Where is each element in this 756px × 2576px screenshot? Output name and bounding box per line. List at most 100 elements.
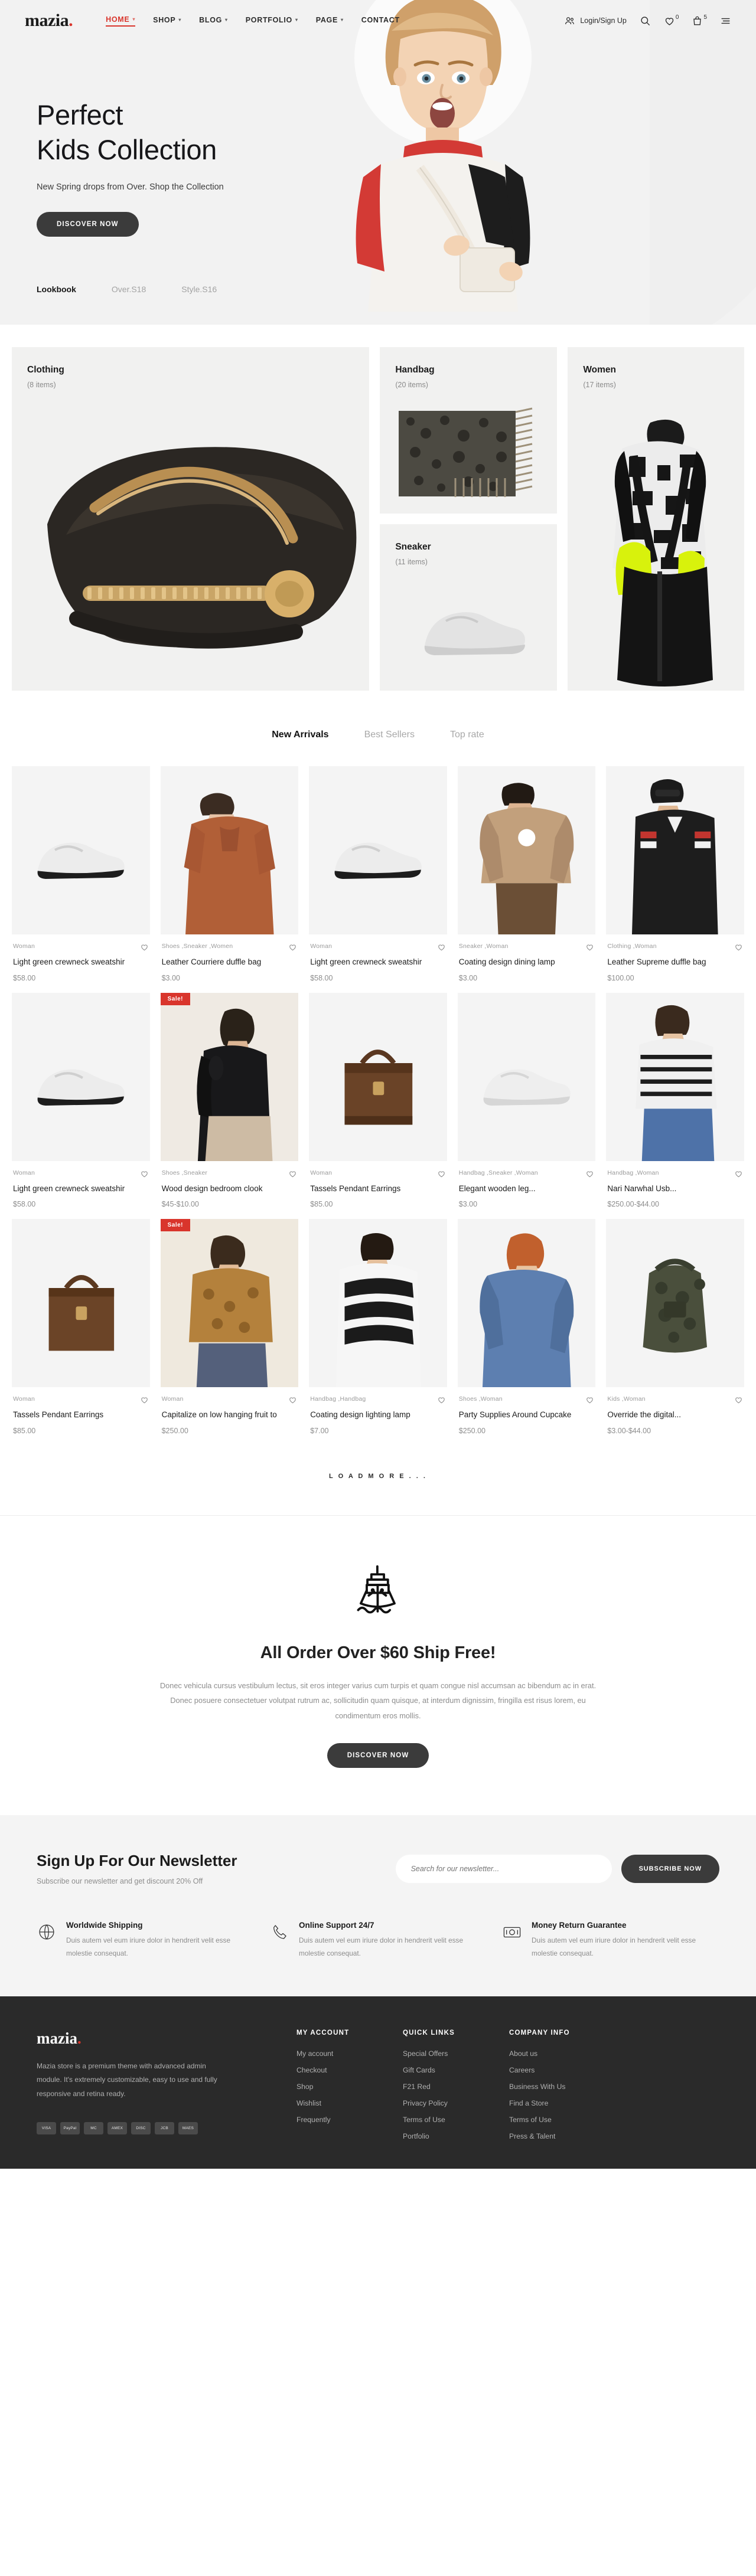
product-title[interactable]: Light green crewneck sweatshir	[13, 1184, 149, 1194]
nav-item-blog[interactable]: BLOG ▾	[199, 16, 228, 26]
wishlist-button[interactable]: 0	[664, 14, 679, 27]
hero-tab-over-s18[interactable]: Over.S18	[112, 285, 146, 294]
product-title[interactable]: Capitalize on low hanging fruit to	[162, 1410, 298, 1420]
product-thumbnail[interactable]	[606, 1219, 744, 1388]
product-thumbnail[interactable]	[309, 992, 447, 1161]
product-thumbnail[interactable]	[457, 766, 596, 934]
product-title[interactable]: Elegant wooden leg...	[459, 1184, 595, 1194]
footer-link[interactable]: Business With Us	[509, 2083, 615, 2091]
footer-link[interactable]: Find a Store	[509, 2099, 615, 2107]
subscribe-button[interactable]: SUBSCRIBE NOW	[621, 1854, 719, 1883]
product-card[interactable]: Woman Light green crewneck sweatshir $58.0…	[12, 992, 150, 1208]
product-thumbnail[interactable]	[309, 1219, 447, 1388]
footer-link[interactable]: Press & Talent	[509, 2132, 615, 2140]
nav-item-contact[interactable]: CONTACT	[361, 16, 400, 26]
nav-item-portfolio[interactable]: PORTFOLIO ▾	[246, 16, 298, 26]
load-more-button[interactable]: L O A D M O R E . . .	[12, 1435, 744, 1515]
newsletter-email-input[interactable]	[395, 1854, 612, 1883]
category-card-clothing[interactable]: Clothing (8 items)	[12, 347, 370, 691]
footer-link[interactable]: Wishlist	[296, 2099, 403, 2107]
product-thumbnail[interactable]	[12, 766, 150, 934]
wishlist-heart-icon[interactable]	[140, 1395, 149, 1404]
footer-link[interactable]: Special Offers	[403, 2049, 509, 2058]
product-title[interactable]: Leather Courriere duffle bag	[162, 957, 298, 967]
wishlist-heart-icon[interactable]	[585, 1395, 594, 1404]
product-title[interactable]: Party Supplies Around Cupcake	[459, 1410, 595, 1420]
footer-link[interactable]: Terms of Use	[509, 2116, 615, 2124]
product-card[interactable]: Woman Tassels Pendant Earrings $85.00	[309, 992, 447, 1208]
footer-logo[interactable]: mazia.	[37, 2029, 296, 2048]
category-card-handbag[interactable]: Handbag (20 items)	[380, 347, 558, 514]
hero-tab-lookbook[interactable]: Lookbook	[37, 285, 76, 294]
nav-item-home[interactable]: HOME ▾	[106, 15, 136, 27]
search-icon[interactable]	[640, 15, 651, 27]
footer-link[interactable]: Checkout	[296, 2066, 403, 2074]
hamburger-menu-icon[interactable]	[720, 15, 731, 27]
wishlist-heart-icon[interactable]	[288, 1395, 297, 1404]
hero-tab-style-s16[interactable]: Style.S16	[181, 285, 217, 294]
wishlist-heart-icon[interactable]	[140, 1169, 149, 1178]
product-thumbnail[interactable]	[606, 766, 744, 934]
product-card[interactable]: Sale! Woman Capitalize on low hanging frui…	[160, 1219, 299, 1435]
product-thumbnail[interactable]	[12, 992, 150, 1161]
product-card[interactable]: Sneaker ,Woman Coating design dining lamp…	[457, 766, 596, 982]
product-thumbnail[interactable]	[606, 992, 744, 1161]
footer-link[interactable]: Privacy Policy	[403, 2099, 509, 2107]
footer-link[interactable]: Terms of Use	[403, 2116, 509, 2124]
login-signup-button[interactable]: Login/Sign Up	[564, 15, 627, 27]
product-title[interactable]: Nari Narwhal Usb...	[607, 1184, 743, 1194]
footer-link[interactable]: Shop	[296, 2083, 403, 2091]
product-thumbnail[interactable]	[12, 1219, 150, 1388]
product-title[interactable]: Leather Supreme duffle bag	[607, 957, 743, 967]
product-card[interactable]: Handbag ,Handbag Coating design lighting …	[309, 1219, 447, 1435]
tab-best-sellers[interactable]: Best Sellers	[364, 730, 415, 740]
product-thumbnail[interactable]	[309, 766, 447, 934]
nav-item-page[interactable]: PAGE ▾	[316, 16, 344, 26]
footer-link[interactable]: Portfolio	[403, 2132, 509, 2140]
wishlist-heart-icon[interactable]	[585, 943, 594, 952]
tab-top-rate[interactable]: Top rate	[450, 730, 484, 740]
footer-link[interactable]: Careers	[509, 2066, 615, 2074]
product-title[interactable]: Coating design lighting lamp	[310, 1410, 446, 1420]
tab-new-arrivals[interactable]: New Arrivals	[272, 730, 328, 740]
product-thumbnail[interactable]	[160, 766, 299, 934]
product-card[interactable]: Woman Light green crewneck sweatshir $58.0…	[309, 766, 447, 982]
product-title[interactable]: Wood design bedroom clook	[162, 1184, 298, 1194]
product-card[interactable]: Woman Light green crewneck sweatshir $58.0…	[12, 766, 150, 982]
wishlist-heart-icon[interactable]	[437, 1395, 446, 1404]
footer-link[interactable]: F21 Red	[403, 2083, 509, 2091]
wishlist-heart-icon[interactable]	[437, 943, 446, 952]
product-title[interactable]: Light green crewneck sweatshir	[310, 957, 446, 967]
wishlist-heart-icon[interactable]	[288, 943, 297, 952]
product-title[interactable]: Coating design dining lamp	[459, 957, 595, 967]
wishlist-heart-icon[interactable]	[585, 1169, 594, 1178]
wishlist-heart-icon[interactable]	[734, 1395, 743, 1404]
product-card[interactable]: Clothing ,Woman Leather Supreme duffle ba…	[606, 766, 744, 982]
site-logo[interactable]: mazia.	[25, 12, 73, 30]
product-thumbnail[interactable]: Sale!	[160, 1219, 299, 1388]
footer-link[interactable]: My account	[296, 2049, 403, 2058]
hero-discover-button[interactable]: DISCOVER NOW	[37, 212, 139, 237]
product-title[interactable]: Tassels Pendant Earrings	[310, 1184, 446, 1194]
ship-discover-button[interactable]: DISCOVER NOW	[327, 1743, 429, 1768]
category-card-women[interactable]: Women (17 items)	[568, 347, 744, 691]
category-card-sneaker[interactable]: Sneaker (11 items)	[380, 524, 558, 691]
nav-item-shop[interactable]: SHOP ▾	[153, 16, 181, 26]
product-card[interactable]: Woman Tassels Pendant Earrings $85.00	[12, 1219, 150, 1435]
wishlist-heart-icon[interactable]	[140, 943, 149, 952]
footer-link[interactable]: Gift Cards	[403, 2066, 509, 2074]
product-thumbnail[interactable]	[457, 1219, 596, 1388]
wishlist-heart-icon[interactable]	[437, 1169, 446, 1178]
wishlist-heart-icon[interactable]	[288, 1169, 297, 1178]
cart-button[interactable]: 5	[692, 14, 707, 27]
product-thumbnail[interactable]	[457, 992, 596, 1161]
wishlist-heart-icon[interactable]	[734, 943, 743, 952]
footer-link[interactable]: Frequently	[296, 2116, 403, 2124]
footer-link[interactable]: About us	[509, 2049, 615, 2058]
product-card[interactable]: Sale! Shoes ,Sneaker Wood design bedroom c…	[160, 992, 299, 1208]
product-card[interactable]: Handbag ,Sneaker ,Woman Elegant wooden le…	[457, 992, 596, 1208]
product-title[interactable]: Override the digital...	[607, 1410, 743, 1420]
product-title[interactable]: Light green crewneck sweatshir	[13, 957, 149, 967]
product-card[interactable]: Shoes ,Sneaker ,Women Leather Courriere d…	[160, 766, 299, 982]
product-title[interactable]: Tassels Pendant Earrings	[13, 1410, 149, 1420]
